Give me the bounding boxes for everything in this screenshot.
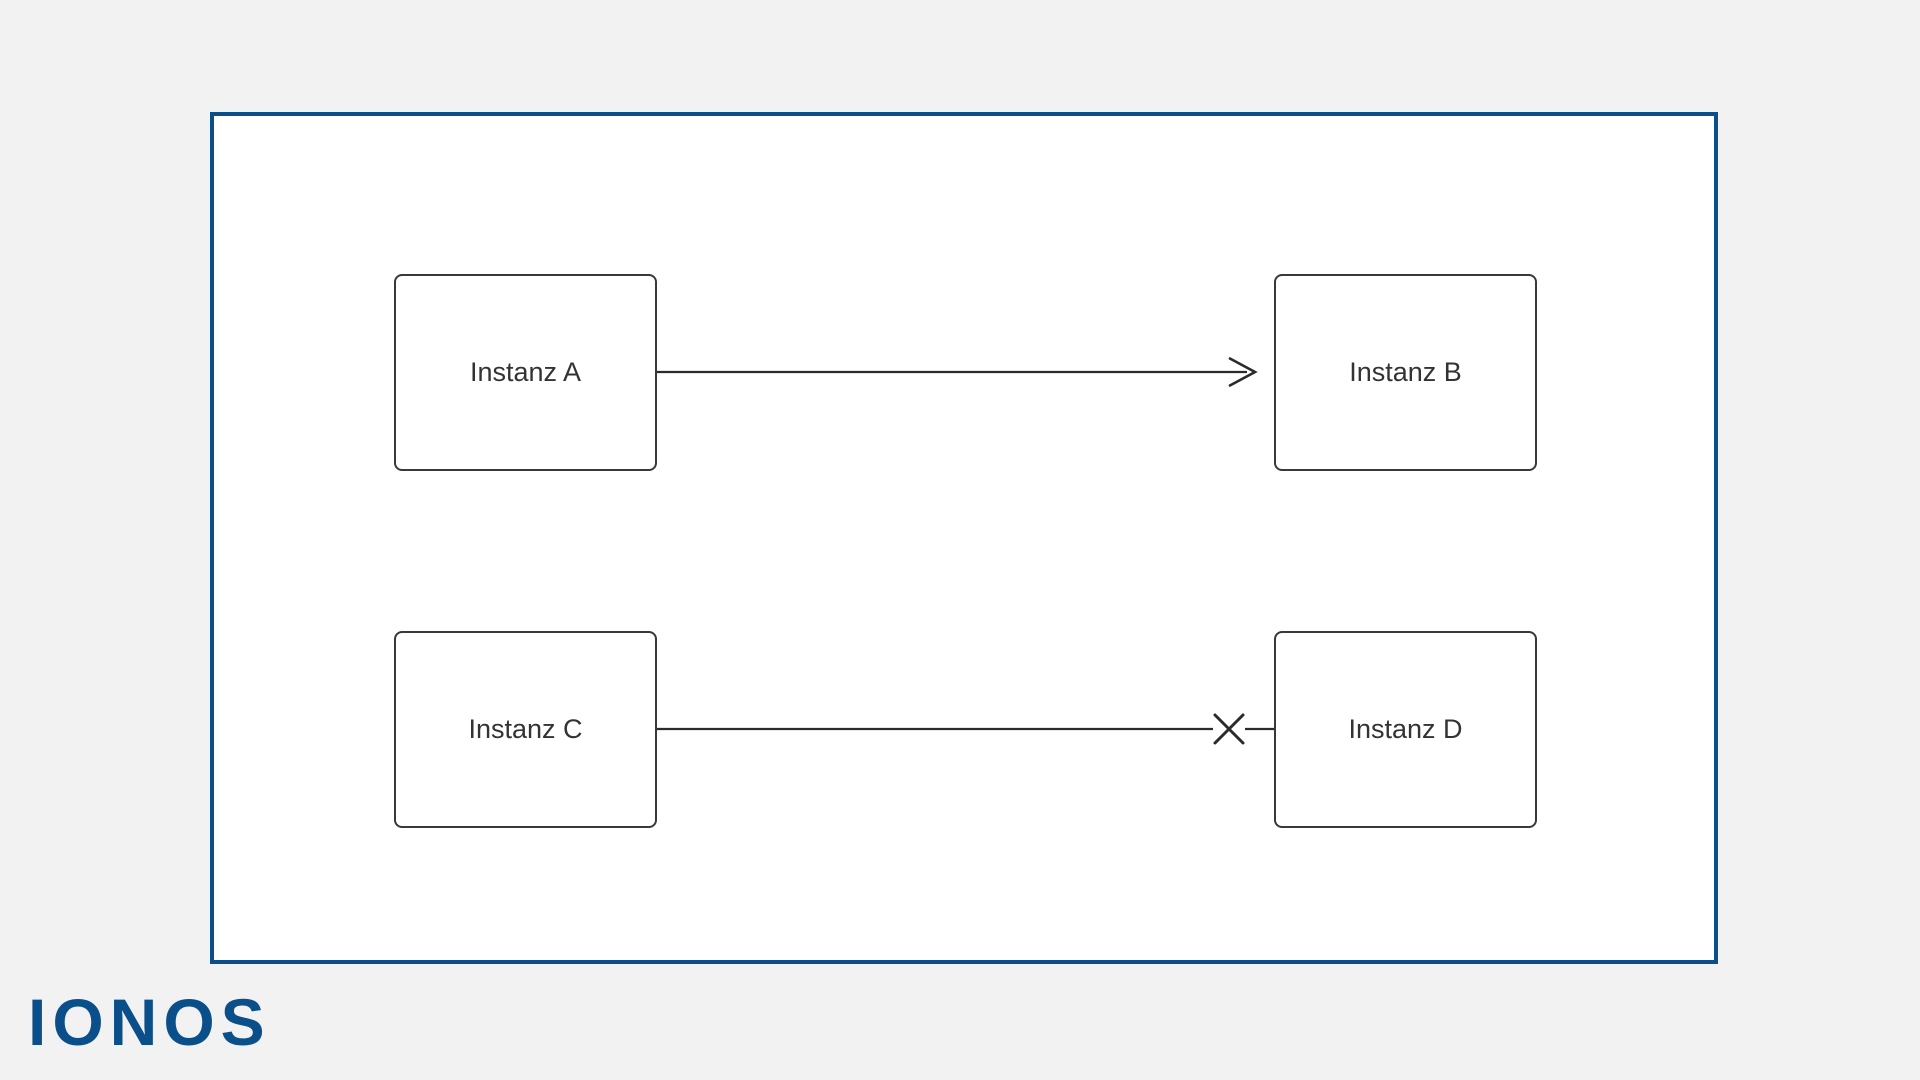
node-label: Instanz D [1348,714,1462,745]
node-label: Instanz B [1349,357,1462,388]
brand-logo: IONOS [28,984,271,1060]
node-instanz-c: Instanz C [394,631,657,828]
connector-c-to-d [657,709,1274,749]
node-label: Instanz A [470,357,581,388]
node-instanz-a: Instanz A [394,274,657,471]
diagram-frame: Instanz A Instanz B Instanz C Instanz D [210,112,1718,964]
stage: Instanz A Instanz B Instanz C Instanz D [0,0,1920,1080]
connector-a-to-b [657,352,1274,392]
blocked-x-icon [1215,715,1243,743]
node-instanz-b: Instanz B [1274,274,1537,471]
node-label: Instanz C [468,714,582,745]
node-instanz-d: Instanz D [1274,631,1537,828]
